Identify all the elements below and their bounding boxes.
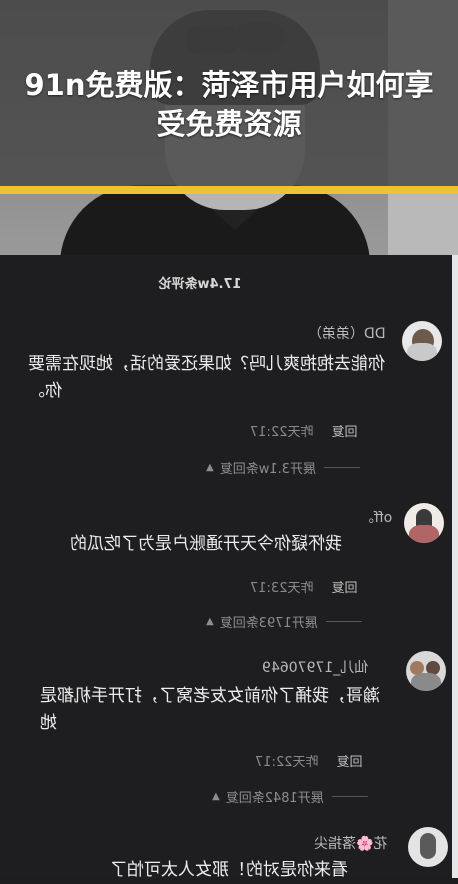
expand-replies[interactable]: 展开3.1w条回复 ▲ [206,458,361,477]
comment-time: 昨天22:17 [250,425,314,440]
chevron-down-icon: ▲ [206,462,214,473]
comment-username[interactable]: 花🌸落指尖 [314,833,387,853]
avatar[interactable] [404,503,444,543]
avatar-body [407,343,437,361]
accent-bar [0,186,458,194]
divider-line [331,796,368,797]
comment-meta: 回复 昨天23:17 [250,577,357,596]
reply-button[interactable]: 回复 [336,755,362,770]
expand-replies-label: 展开1842条回复 [225,791,324,806]
comments-panel: 17.4w条评论 DD（弟弟） 你能去抱抱爽儿吗？如果还爱的话，她现在需要你。 … [0,255,458,880]
avatar[interactable] [408,827,448,867]
comment-username[interactable]: off。 [360,507,392,527]
chevron-down-icon: ▲ [212,791,220,802]
expand-replies-label: 展开3.1w条回复 [219,462,317,477]
reply-button[interactable]: 回复 [331,581,357,596]
divider-line [325,621,362,622]
expand-replies[interactable]: 展开1842条回复 ▲ [212,787,368,806]
avatar[interactable] [406,651,446,691]
comment-text: 我怀疑你今天开通账户是为了吃瓜的 [70,534,342,554]
comment-meta: 回复 昨天22:17 [255,751,362,770]
comment-text: 看来你是对的！那女人太可怕了 [110,860,348,880]
expand-replies[interactable]: 展开1793条回复 ▲ [206,612,362,631]
chevron-down-icon: ▲ [206,616,214,627]
page-title: 91n免费版：菏泽市用户如何享受免费资源 [24,68,434,141]
comment-time: 昨天22:17 [255,755,319,770]
comment-username[interactable]: DD（弟弟） [308,323,386,343]
divider-line [324,467,361,468]
comment-time: 昨天23:17 [250,581,314,596]
comment-meta: 回复 昨天22:17 [250,421,357,440]
expand-replies-label: 展开1793条回复 [219,616,318,631]
avatar-body [411,673,441,691]
reply-button[interactable]: 回复 [331,425,357,440]
comment-count: 17.4w条评论 [158,277,242,292]
comment-text: 瀚哥，我捅了你前女友老窝了，打开手机都是她 [40,686,380,733]
avatar-body [409,525,439,543]
avatar[interactable] [402,321,442,361]
comment-username[interactable]: 仙儿_17970649 [262,657,368,677]
avatar-figure [420,833,436,859]
panel-edge [452,255,458,878]
comment-text: 你能去抱抱爽儿吗？如果还爱的话，她现在需要你。 [28,354,385,401]
